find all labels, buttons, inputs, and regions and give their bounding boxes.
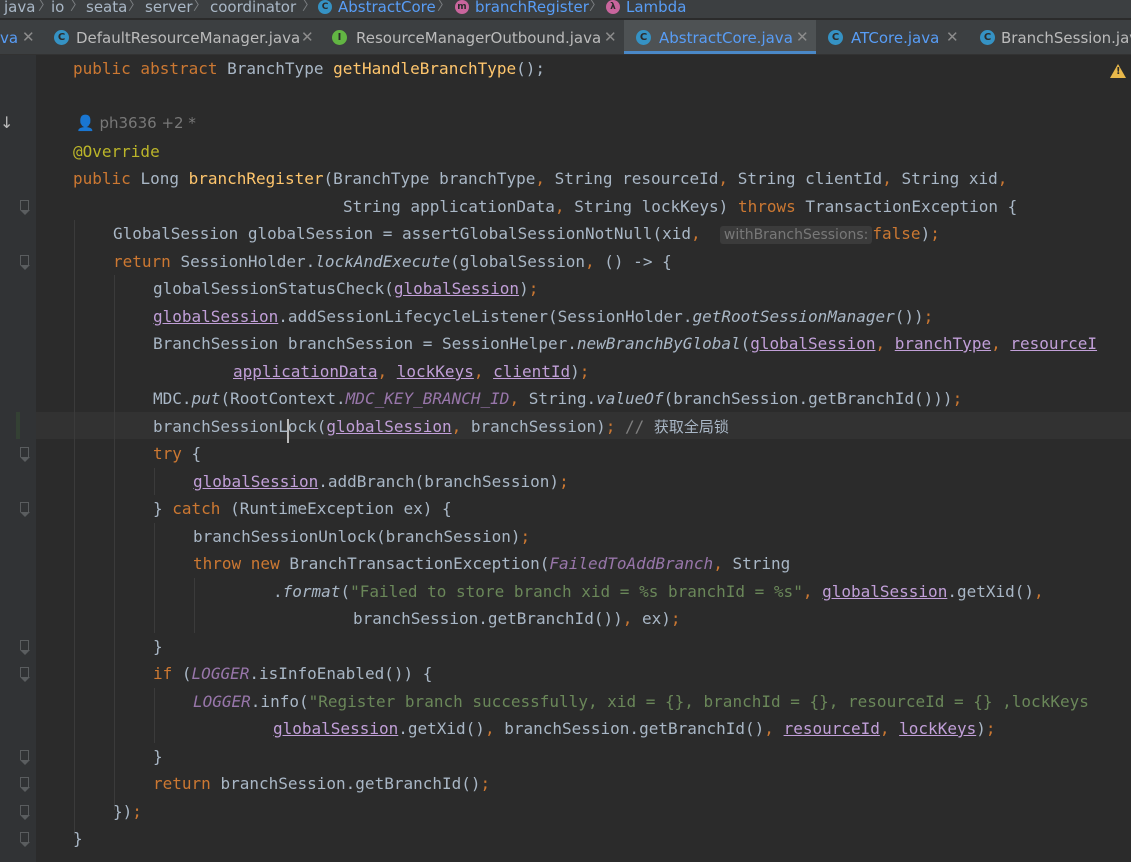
interface-icon: I — [332, 30, 347, 45]
tab-partial[interactable]: va ✕ — [0, 20, 46, 54]
indent-guide — [194, 578, 195, 633]
fold-icon[interactable] — [20, 502, 30, 517]
tab-resource-manager-outbound[interactable]: I ResourceManagerOutbound.java ✕ — [322, 20, 624, 54]
tab-label: BranchSession.java — [1001, 29, 1131, 47]
breadcrumb-item-seata[interactable]: seata — [86, 0, 127, 15]
code-line: return SessionHolder.lockAndExecute(glob… — [113, 252, 672, 271]
tab-abstract-core[interactable]: C AbstractCore.java ✕ — [624, 20, 816, 54]
breadcrumb-item-coordinator[interactable]: coordinator — [210, 0, 296, 15]
code-line: throw new BranchTransactionException(Fai… — [193, 554, 791, 573]
chevron-right-icon: 〉 — [128, 0, 142, 14]
fold-icon[interactable] — [20, 200, 30, 215]
class-icon: C — [318, 0, 332, 14]
fold-icon[interactable] — [20, 805, 30, 820]
chevron-right-icon: 〉 — [38, 0, 52, 14]
code-line: globalSession.addSessionLifecycleListene… — [153, 307, 934, 326]
tab-default-resource-manager[interactable]: C DefaultResourceManager.java ✕ — [46, 20, 322, 54]
code-line: globalSession.addBranch(branchSession); — [193, 472, 569, 491]
code-line: LOGGER.info("Register branch successfull… — [193, 692, 1089, 711]
editor-tabs: va ✕ C DefaultResourceManager.java ✕ I R… — [0, 20, 1131, 55]
fold-icon[interactable] — [20, 255, 30, 270]
chevron-right-icon: 〉 — [70, 0, 84, 14]
close-icon[interactable]: ✕ — [22, 28, 35, 46]
code-line: return branchSession.getBranchId(); — [153, 774, 491, 793]
code-line: @Override — [73, 142, 160, 161]
text-caret — [286, 419, 289, 443]
code-line: } — [73, 829, 83, 848]
editor-gutter[interactable]: ↓ — [0, 55, 36, 862]
code-line: } — [153, 747, 163, 766]
code-line: branchSession.getBranchId()), ex); — [353, 609, 681, 628]
indent-guide — [154, 523, 155, 633]
code-line: applicationData, lockKeys, clientId); — [233, 362, 590, 381]
indent-guide — [114, 275, 115, 810]
breadcrumb-item-io[interactable]: io — [51, 0, 64, 15]
code-line: try { — [153, 444, 202, 463]
breadcrumb-item-server[interactable]: server — [145, 0, 192, 15]
code-line: branchSessionUnlock(branchSession); — [193, 527, 531, 546]
fold-icon[interactable] — [20, 667, 30, 682]
indent-guide — [154, 468, 155, 495]
chevron-right-icon: 〉 — [589, 0, 603, 14]
tab-atcore[interactable]: C ATCore.java ✕ — [816, 20, 976, 54]
fold-icon[interactable] — [20, 750, 30, 765]
fold-icon[interactable] — [20, 832, 30, 847]
breadcrumb-lambda[interactable]: Lambda — [626, 0, 686, 15]
tab-branch-session[interactable]: C BranchSession.java — [976, 20, 1131, 54]
code-line: if (LOGGER.isInfoEnabled()) { — [153, 664, 433, 683]
breadcrumb: java 〉 io 〉 seata 〉 server 〉 coordinator… — [0, 0, 1131, 18]
code-line: }); — [113, 802, 142, 821]
code-line: BranchSession branchSession = SessionHel… — [153, 334, 1098, 353]
fold-icon[interactable] — [20, 777, 30, 792]
method-icon: m — [455, 0, 469, 14]
code-line: GlobalSession globalSession = assertGlob… — [113, 224, 940, 244]
tab-label: AbstractCore.java — [659, 29, 793, 47]
indent-guide — [154, 688, 155, 743]
code-line: globalSessionStatusCheck(globalSession); — [153, 279, 539, 298]
class-icon: C — [980, 30, 995, 45]
fold-icon[interactable] — [20, 640, 30, 655]
code-line: } catch (RuntimeException ex) { — [153, 499, 452, 518]
tab-label: va — [0, 29, 19, 47]
tab-label: ResourceManagerOutbound.java — [356, 29, 602, 47]
chevron-right-icon: 〉 — [302, 0, 316, 14]
breadcrumb-method[interactable]: branchRegister — [475, 0, 589, 15]
code-line: public abstract BranchType getHandleBran… — [73, 59, 546, 78]
inline-comment: 获取全局锁 — [653, 418, 729, 436]
code-line: globalSession.getXid(), branchSession.ge… — [273, 719, 996, 738]
chevron-right-icon: 〉 — [193, 0, 207, 14]
code-line: } — [153, 637, 163, 656]
breadcrumb-item-java[interactable]: java — [4, 0, 35, 15]
indent-guide — [74, 220, 75, 835]
breadcrumb-class[interactable]: AbstractCore — [338, 0, 436, 15]
close-icon[interactable]: ✕ — [604, 28, 617, 46]
arrow-down-icon[interactable]: ↓ — [0, 113, 13, 132]
tab-label: ATCore.java — [851, 29, 940, 47]
class-icon: C — [54, 30, 69, 45]
close-icon[interactable]: ✕ — [301, 28, 314, 46]
code-line: public Long branchRegister(BranchType br… — [73, 169, 1008, 188]
lambda-icon: λ — [606, 0, 620, 14]
code-line: String applicationData, String lockKeys)… — [343, 197, 1018, 216]
class-icon: C — [636, 30, 651, 45]
close-icon[interactable]: ✕ — [946, 28, 959, 46]
code-line: MDC.put(RootContext.MDC_KEY_BRANCH_ID, S… — [153, 389, 963, 408]
chevron-right-icon: 〉 — [437, 0, 451, 14]
fold-icon[interactable] — [20, 447, 30, 462]
close-icon[interactable]: ✕ — [796, 28, 809, 46]
code-line: .format("Failed to store branch xid = %s… — [273, 582, 1044, 601]
change-marker — [16, 412, 20, 439]
inlay-parameter-hint: withBranchSessions: — [719, 226, 873, 244]
code-line: branchSessionL ock(globalSession, branchS… — [153, 413, 729, 443]
class-icon: C — [828, 30, 843, 45]
tab-label: DefaultResourceManager.java — [76, 29, 301, 47]
code-editor[interactable]: public abstract BranchType getHandleBran… — [36, 55, 1131, 862]
